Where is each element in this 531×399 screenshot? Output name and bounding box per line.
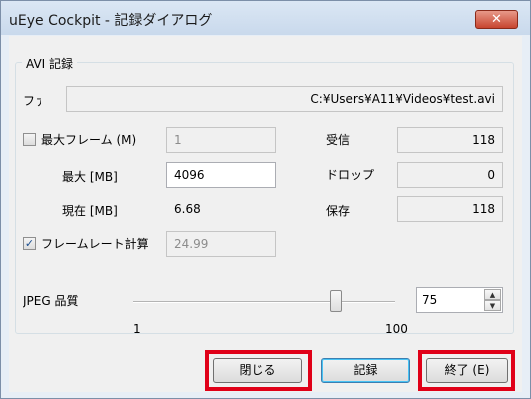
arrow-up-icon: ▲ bbox=[489, 291, 496, 299]
current-mb-label: 現在 [MB] bbox=[62, 204, 118, 218]
group-label: AVI 記録 bbox=[22, 55, 78, 72]
saved-value: 118 bbox=[397, 196, 503, 222]
max-frames-label: 最大フレーム (M) bbox=[41, 133, 137, 147]
arrow-down-icon: ▼ bbox=[489, 302, 496, 310]
exit-button[interactable]: 終了 (E) bbox=[426, 358, 508, 383]
spin-up-button[interactable]: ▲ bbox=[484, 289, 501, 300]
file-path-field: C:¥Users¥A11¥Videos¥test.avi bbox=[66, 86, 503, 112]
framerate-checkbox[interactable]: ✓ bbox=[23, 237, 36, 250]
jpeg-quality-slider-thumb[interactable] bbox=[330, 290, 342, 312]
jpeg-quality-spinbox[interactable]: 75 ▲ ▼ bbox=[416, 287, 503, 313]
close-icon: ✕ bbox=[491, 12, 502, 27]
close-window-button[interactable]: ✕ bbox=[475, 10, 518, 29]
slider-min-label: 1 bbox=[133, 322, 141, 336]
file-path-value: C:¥Users¥A11¥Videos¥test.avi bbox=[310, 92, 495, 106]
window-title: uEye Cockpit - 記録ダイアログ bbox=[9, 13, 213, 29]
checkmark-icon: ✓ bbox=[24, 237, 35, 250]
current-mb-value: 6.68 bbox=[166, 196, 276, 222]
dropped-label: ドロップ bbox=[326, 168, 375, 182]
file-label: ファ bbox=[23, 94, 41, 108]
received-label: 受信 bbox=[326, 133, 351, 147]
title-bar[interactable]: uEye Cockpit - 記録ダイアログ ✕ bbox=[1, 1, 530, 35]
close-button[interactable]: 閉じる bbox=[213, 358, 302, 383]
dropped-value: 0 bbox=[397, 162, 503, 188]
jpeg-quality-slider-track[interactable] bbox=[133, 301, 395, 303]
max-mb-field[interactable]: 4096 bbox=[166, 162, 276, 188]
max-mb-label: 最大 [MB] bbox=[62, 170, 118, 184]
spin-down-button[interactable]: ▼ bbox=[484, 300, 501, 311]
slider-max-label: 100 bbox=[385, 322, 408, 336]
jpeg-quality-label: JPEG 品質 bbox=[23, 294, 79, 308]
saved-label: 保存 bbox=[326, 204, 351, 218]
framerate-field[interactable]: 24.99 bbox=[166, 231, 276, 257]
max-frames-checkbox[interactable] bbox=[23, 133, 36, 146]
framerate-label: フレームレート計算 bbox=[41, 237, 149, 251]
jpeg-quality-value: 75 bbox=[422, 293, 438, 307]
record-button[interactable]: 記録 bbox=[321, 358, 410, 383]
received-value: 118 bbox=[397, 127, 503, 153]
max-frames-field[interactable]: 1 bbox=[166, 127, 276, 153]
